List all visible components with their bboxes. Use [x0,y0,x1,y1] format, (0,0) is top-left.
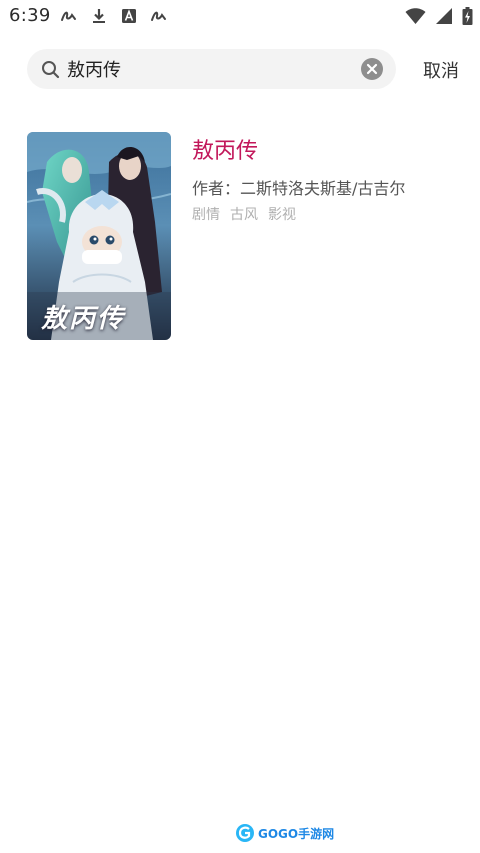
close-icon [366,63,378,75]
search-input[interactable] [67,55,347,83]
watermark-text: GOGO手游网 [258,826,335,841]
result-author: 作者：二斯特洛夫斯基/古吉尔 [192,179,406,198]
tag: 剧情 [192,207,220,223]
status-time: 6:39 [9,5,51,26]
signature-icon [61,11,76,21]
clear-search-button[interactable] [361,58,383,80]
battery-icon [462,7,473,25]
download-icon [93,9,105,23]
result-title[interactable]: 敖丙传 [192,133,258,165]
search-box[interactable] [27,49,396,89]
result-item[interactable]: 敖丙传 敖丙传 作者：二斯特洛夫斯基/古吉尔 剧情 古风 影视 [27,132,457,340]
tag: 影视 [268,207,296,223]
wifi-icon [405,8,426,24]
result-tags: 剧情 古风 影视 [192,204,296,224]
signal-icon [436,8,452,24]
system-icons [405,6,473,26]
signature-icon [151,11,166,21]
cancel-button[interactable]: 取消 [423,57,459,83]
tag: 古风 [230,207,258,223]
gogo-logo-icon [236,824,254,842]
a-app-icon [122,9,136,23]
notification-icons [60,6,168,26]
status-bar: 6:39 [0,0,480,32]
poster-image[interactable]: 敖丙传 [27,132,171,340]
watermark-logo: GOGO手游网 [235,823,334,843]
poster-title: 敖丙传 [41,304,126,334]
search-icon [42,61,60,79]
